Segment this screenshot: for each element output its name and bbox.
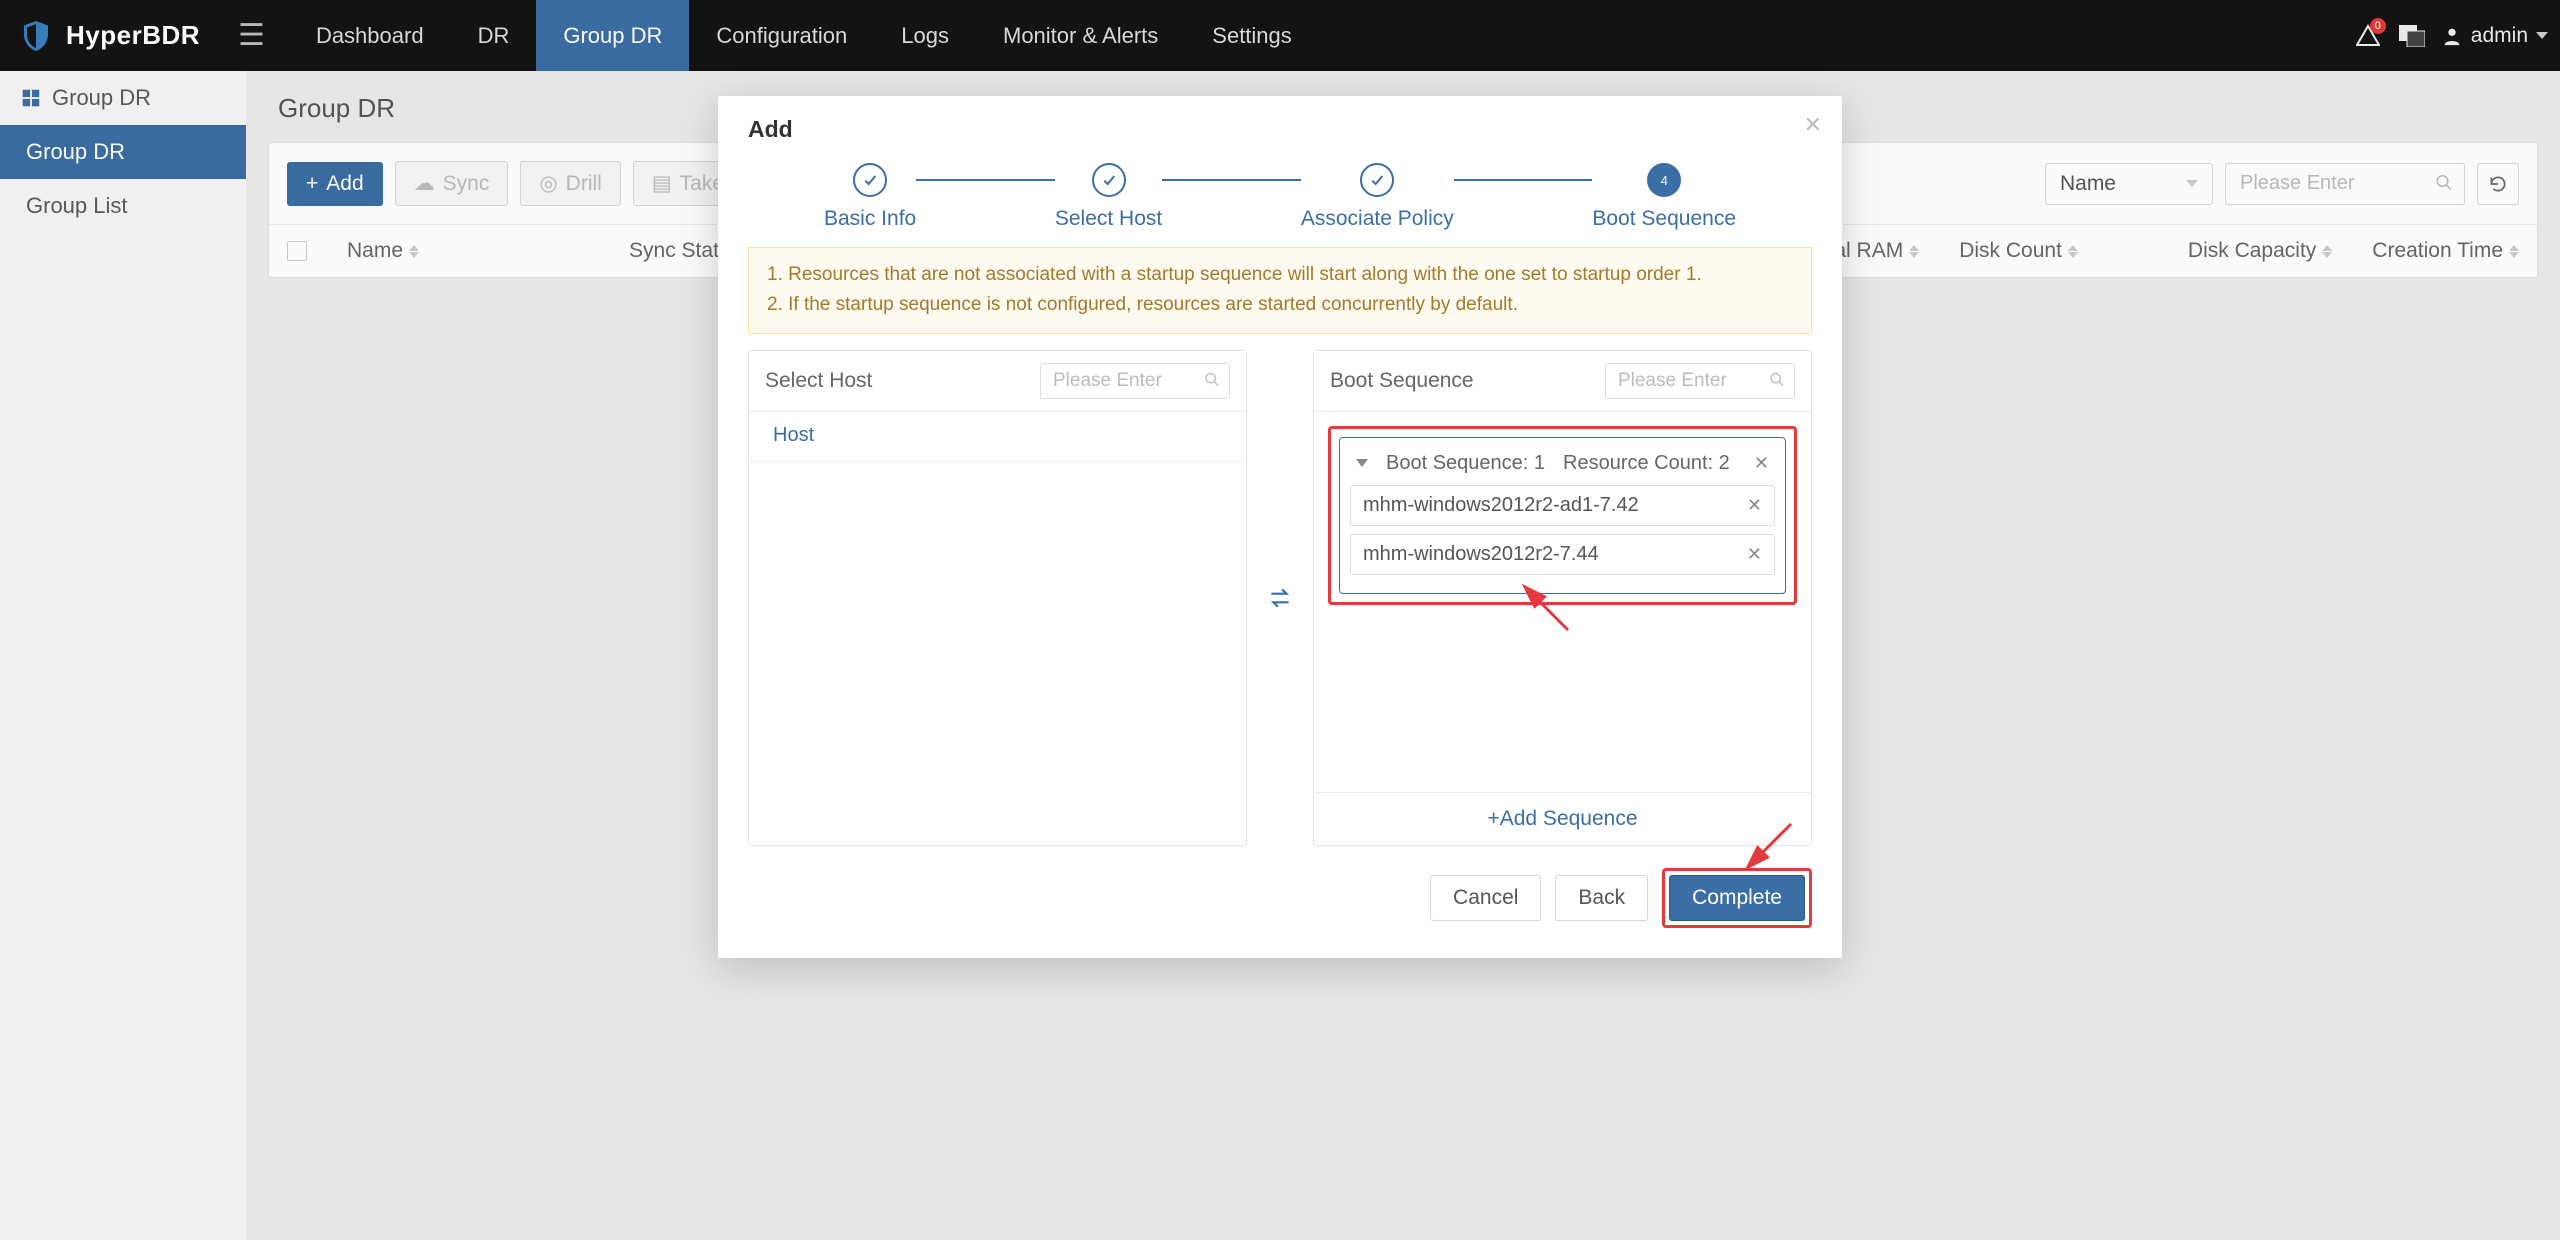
step-associate-policy[interactable]: Associate Policy xyxy=(1301,163,1454,231)
sequence-resource-row[interactable]: mhm-windows2012r2-7.44 ✕ xyxy=(1350,534,1775,575)
modal-actions: Cancel Back Complete xyxy=(748,868,1812,928)
transfer-icon[interactable] xyxy=(1265,585,1295,611)
search-icon xyxy=(1204,371,1220,390)
step-basic-info[interactable]: Basic Info xyxy=(824,163,916,231)
remove-resource-icon[interactable]: ✕ xyxy=(1747,495,1762,516)
check-icon xyxy=(1369,172,1385,188)
select-host-panel: Select Host Host xyxy=(748,350,1247,846)
close-icon[interactable]: ✕ xyxy=(1804,112,1822,138)
tab-host[interactable]: Host xyxy=(749,412,838,461)
complete-button[interactable]: Complete xyxy=(1669,875,1805,921)
chevron-down-icon xyxy=(1356,459,1368,467)
cancel-button[interactable]: Cancel xyxy=(1430,875,1541,921)
remove-sequence-icon[interactable]: ✕ xyxy=(1754,453,1769,474)
resource-name: mhm-windows2012r2-7.44 xyxy=(1363,543,1599,566)
complete-highlight-box: Complete xyxy=(1662,868,1812,928)
alert-line-1: 1. Resources that are not associated wit… xyxy=(767,260,1793,290)
host-list xyxy=(749,462,1246,845)
modal-title: Add xyxy=(748,116,1812,143)
step-boot-sequence[interactable]: 4 Boot Sequence xyxy=(1592,163,1736,231)
resource-name: mhm-windows2012r2-ad1-7.42 xyxy=(1363,494,1639,517)
add-sequence-label: Add Sequence xyxy=(1500,807,1638,830)
step-select-host[interactable]: Select Host xyxy=(1055,163,1162,231)
boot-sequence-panel: Boot Sequence Boot Sequence: 1 Resource … xyxy=(1313,350,1812,846)
sequence-order-label: Boot Sequence: 1 xyxy=(1386,452,1545,475)
boot-sequence-title: Boot Sequence xyxy=(1330,369,1474,393)
check-icon xyxy=(1101,172,1117,188)
sequence-count-label: Resource Count: 2 xyxy=(1563,452,1730,475)
sequence-card: Boot Sequence: 1 Resource Count: 2 ✕ mhm… xyxy=(1339,437,1786,594)
sequence-resource-row[interactable]: mhm-windows2012r2-ad1-7.42 ✕ xyxy=(1350,485,1775,526)
info-alert: 1. Resources that are not associated wit… xyxy=(748,247,1812,334)
check-icon xyxy=(862,172,878,188)
sequence-highlight-box: Boot Sequence: 1 Resource Count: 2 ✕ mhm… xyxy=(1328,426,1797,605)
remove-resource-icon[interactable]: ✕ xyxy=(1747,544,1762,565)
back-button[interactable]: Back xyxy=(1555,875,1648,921)
alert-line-2: 2. If the startup sequence is not config… xyxy=(767,290,1793,320)
sequence-header[interactable]: Boot Sequence: 1 Resource Count: 2 ✕ xyxy=(1350,448,1775,485)
wizard-steps: Basic Info Select Host Associate Policy … xyxy=(748,143,1812,237)
search-icon xyxy=(1769,371,1785,390)
select-host-title: Select Host xyxy=(765,369,872,393)
sequence-search-input[interactable] xyxy=(1605,363,1795,399)
plus-icon: + xyxy=(1487,807,1499,830)
add-sequence-button[interactable]: +Add Sequence xyxy=(1314,792,1811,845)
add-modal: Add ✕ Basic Info Select Host Associate P… xyxy=(718,96,1842,958)
host-search-input[interactable] xyxy=(1040,363,1230,399)
step-number: 4 xyxy=(1661,173,1668,188)
dual-panel: Select Host Host Boot Sequence xyxy=(748,350,1812,846)
